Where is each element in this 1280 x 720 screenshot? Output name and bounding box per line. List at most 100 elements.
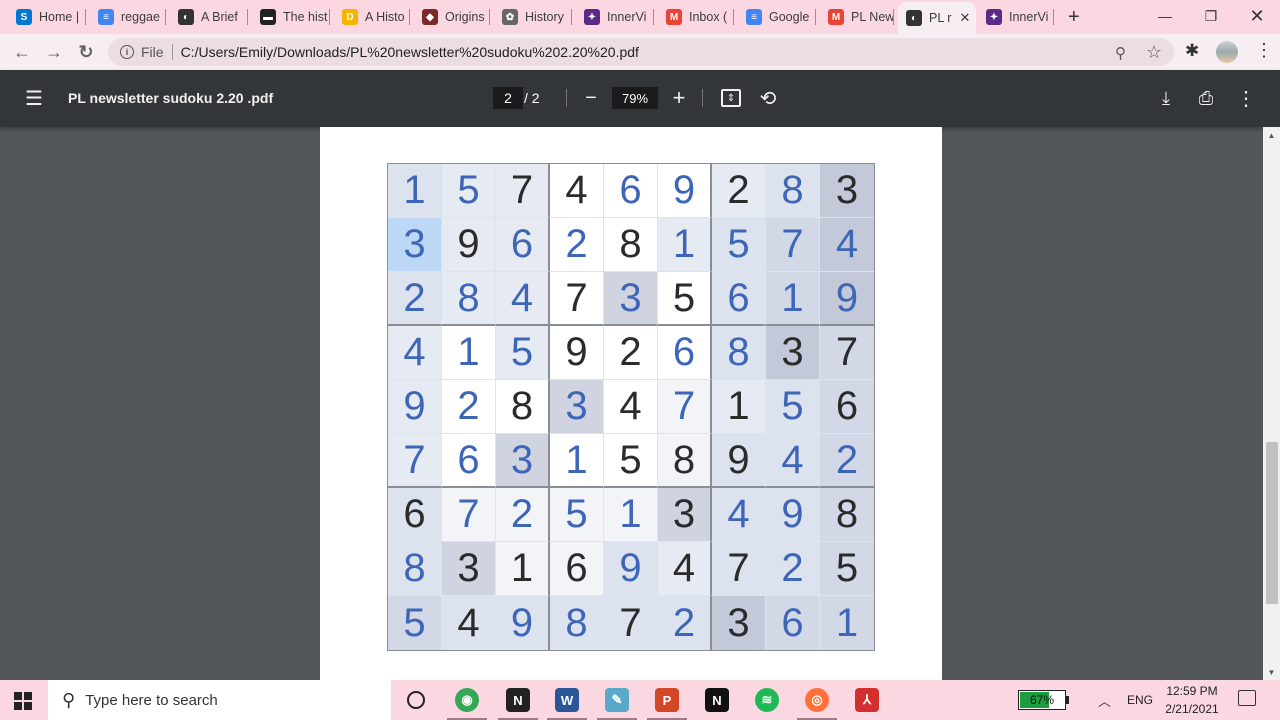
sudoku-cell: 7 xyxy=(658,380,712,434)
taskbar-app[interactable]: N xyxy=(693,680,741,720)
windows-start-icon[interactable] xyxy=(14,692,32,710)
globe-icon: ◐ xyxy=(178,9,194,25)
sudoku-cell: 4 xyxy=(388,326,442,380)
taskbar-app[interactable]: N xyxy=(494,680,542,720)
avatar[interactable] xyxy=(1216,41,1238,63)
browser-tab[interactable]: ◆ Origins xyxy=(414,4,490,30)
browser-tab[interactable]: D A Histo xyxy=(334,4,410,30)
print-icon[interactable]: ⎙ xyxy=(1194,86,1218,110)
browser-tab[interactable]: ≡ Google xyxy=(738,4,816,30)
zoom-level-input[interactable]: 79% xyxy=(612,87,658,109)
url-text: C:/Users/Emily/Downloads/PL%20newsletter… xyxy=(180,44,639,60)
address-bar[interactable]: i File C:/Users/Emily/Downloads/PL%20new… xyxy=(108,38,1174,66)
taskbar-app[interactable]: ⅄ xyxy=(843,680,891,720)
taskbar-app[interactable]: ≋ xyxy=(743,680,791,720)
scrollbar-thumb[interactable] xyxy=(1266,442,1278,604)
zoom-out-icon[interactable]: − xyxy=(580,86,602,110)
bookmark-star-icon[interactable]: ☆ xyxy=(1146,42,1162,63)
taskbar-app[interactable]: W xyxy=(543,680,591,720)
sudoku-cell: 1 xyxy=(496,542,550,596)
spotify-icon: ≋ xyxy=(755,688,779,712)
toolbar-divider xyxy=(566,89,567,107)
tab-separator xyxy=(815,9,816,25)
sudoku-cell: 9 xyxy=(712,434,766,488)
tab-separator xyxy=(893,9,894,25)
zoom-icon[interactable]: ⚲ xyxy=(1115,44,1126,62)
sudoku-cell: 7 xyxy=(766,218,820,272)
browser-tab[interactable]: ≡ reggae xyxy=(90,4,166,30)
tab-label: Inbox ( xyxy=(689,10,728,24)
rotate-icon[interactable]: ⟲ xyxy=(756,86,780,110)
sudoku-cell: 2 xyxy=(712,164,766,218)
browser-tab[interactable]: M Inbox ( xyxy=(658,4,734,30)
browser-tab[interactable]: M PL New xyxy=(820,4,894,30)
fit-page-icon[interactable]: ⇕ xyxy=(721,89,741,107)
browser-tab[interactable]: ✦ InnerVi xyxy=(576,4,654,30)
tab-label: History xyxy=(525,10,564,24)
battery-indicator[interactable]: 67% xyxy=(1018,690,1066,710)
powerpoint-icon: P xyxy=(655,688,679,712)
back-icon[interactable]: ← xyxy=(10,40,34,64)
sudoku-cell: 2 xyxy=(442,380,496,434)
taskbar-app[interactable]: ◉ xyxy=(443,680,491,720)
tab-label: The hist xyxy=(283,10,328,24)
page-number-input[interactable]: 2 xyxy=(493,87,523,109)
reload-icon[interactable]: ↻ xyxy=(74,40,98,64)
menu-kebab-icon[interactable]: ⋮ xyxy=(1255,40,1273,61)
sudoku-cell: 2 xyxy=(604,326,658,380)
restore-button[interactable]: ❐ xyxy=(1188,0,1234,32)
browser-tab[interactable]: ✦ InnerVi xyxy=(978,4,1054,30)
browser-tab[interactable]: ◐ PL r ✕ xyxy=(898,2,976,34)
sudoku-cell: 2 xyxy=(658,596,712,650)
browser-tab[interactable]: S Home | xyxy=(8,4,86,30)
tab-separator xyxy=(165,9,166,25)
search-icon: ⚲ xyxy=(62,689,76,710)
sudoku-cell: 4 xyxy=(550,164,604,218)
taskbar-search[interactable]: ⚲ Type here to search xyxy=(48,680,391,720)
url-divider xyxy=(171,44,173,60)
url-scheme: File xyxy=(141,44,164,60)
tab-label: InnerVi xyxy=(607,10,647,24)
acrobat-icon: ⅄ xyxy=(855,688,879,712)
taskbar-app[interactable]: P xyxy=(643,680,691,720)
new-tab-button[interactable]: + xyxy=(1068,6,1080,29)
tab-label: Home | xyxy=(39,10,80,24)
browser-tab[interactable]: ▬ The hist xyxy=(252,4,330,30)
close-window-button[interactable]: ✕ xyxy=(1234,0,1280,32)
sudoku-cell: 9 xyxy=(442,218,496,272)
download-icon[interactable]: ⤓ xyxy=(1154,86,1178,110)
browser-tab[interactable]: ✿ History xyxy=(494,4,572,30)
coin-icon: D xyxy=(342,9,358,25)
sudoku-cell: 3 xyxy=(604,272,658,326)
sudoku-cell: 9 xyxy=(658,164,712,218)
extensions-icon[interactable]: ✱ xyxy=(1185,41,1199,61)
scroll-up-icon[interactable]: ▲ xyxy=(1263,128,1280,142)
tab-label: Google xyxy=(769,10,810,24)
more-actions-icon[interactable]: ⋮ xyxy=(1234,86,1258,110)
scroll-down-icon[interactable]: ▼ xyxy=(1263,665,1280,679)
sudoku-cell: 1 xyxy=(604,488,658,542)
sudoku-cell: 5 xyxy=(712,218,766,272)
zoom-in-icon[interactable]: + xyxy=(668,85,690,110)
forward-icon[interactable]: → xyxy=(42,40,66,64)
taskbar-app[interactable] xyxy=(392,680,440,720)
sudoku-cell: 4 xyxy=(712,488,766,542)
sudoku-cell: 8 xyxy=(712,326,766,380)
sidebar-menu-icon[interactable]: ☰ xyxy=(23,88,45,110)
info-icon[interactable]: i xyxy=(120,45,134,59)
chevron-up-icon[interactable]: ︿ xyxy=(1098,691,1111,710)
browser-tab[interactable]: ◐ A Brief xyxy=(170,4,248,30)
notifications-icon[interactable] xyxy=(1238,690,1256,706)
sudoku-cell: 6 xyxy=(550,542,604,596)
clock-time[interactable]: 12:59 PM xyxy=(1150,684,1234,698)
sudoku-cell: 7 xyxy=(604,596,658,650)
close-tab-icon[interactable]: ✕ xyxy=(959,10,970,26)
clock-date[interactable]: 2/21/2021 xyxy=(1150,702,1234,716)
taskbar-app[interactable]: ✎ xyxy=(593,680,641,720)
docs-icon: ≡ xyxy=(746,9,762,25)
minimize-button[interactable]: — xyxy=(1142,0,1188,32)
sudoku-cell: 6 xyxy=(442,434,496,488)
taskbar-app[interactable]: ◎ xyxy=(793,680,841,720)
sudoku-cell: 9 xyxy=(604,542,658,596)
sudoku-cell: 6 xyxy=(604,164,658,218)
